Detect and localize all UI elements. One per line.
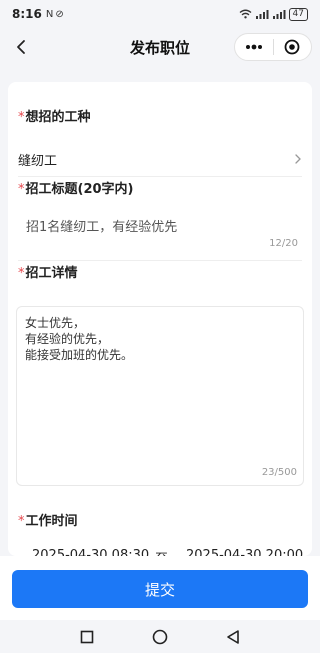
more-button[interactable] xyxy=(235,34,273,60)
recents-button[interactable] xyxy=(75,625,99,649)
job-detail-label: *招工详情 xyxy=(18,262,78,281)
job-title-label-text: 招工标题(20字内) xyxy=(25,182,134,197)
required-mark: * xyxy=(18,182,25,197)
wifi-icon xyxy=(239,9,251,19)
detail-line: 有经验的优先， xyxy=(25,332,110,346)
back-nav-button[interactable] xyxy=(221,625,245,649)
chevron-left-icon xyxy=(17,40,25,54)
detail-line: 女士优先， xyxy=(25,316,86,330)
status-right-icons: 47 xyxy=(239,7,308,21)
required-mark: * xyxy=(18,514,25,529)
work-time-label-text: 工作时间 xyxy=(25,514,78,529)
home-button[interactable] xyxy=(148,625,172,649)
chevron-right-icon xyxy=(294,153,302,165)
status-left-icons: N ⊘ xyxy=(46,9,64,20)
submit-button[interactable]: 提交 xyxy=(12,570,308,608)
job-detail-counter: 23/500 xyxy=(261,467,297,478)
divider xyxy=(18,176,302,177)
nav-bar: 发布职位 xyxy=(0,28,320,66)
job-title-counter: 12/20 xyxy=(269,238,298,249)
job-title-label: *招工标题(20字内) xyxy=(18,178,133,197)
main-content: *想招的工种 缝纫工 *招工标题(20字内) 招1名缝纫工，有经验优先 12/2… xyxy=(0,66,320,567)
miniprogram-capsule xyxy=(234,33,312,61)
system-nav-bar xyxy=(0,620,320,653)
job-title-input[interactable]: 招1名缝纫工，有经验优先 xyxy=(18,206,302,244)
signal-icon xyxy=(272,10,286,19)
status-time: 8:16 xyxy=(12,7,42,21)
required-mark: * xyxy=(18,110,25,125)
job-detail-label-text: 招工详情 xyxy=(25,266,78,281)
job-type-value: 缝纫工 xyxy=(18,153,58,169)
battery-indicator: 47 xyxy=(288,7,308,21)
circle-icon xyxy=(152,629,168,644)
work-time-label: *工作时间 xyxy=(18,510,78,529)
required-mark: * xyxy=(18,266,25,281)
signal-icon xyxy=(255,10,269,19)
target-icon xyxy=(284,39,300,55)
detail-line: 能接受加班的优先。 xyxy=(25,348,134,362)
close-miniprogram-button[interactable] xyxy=(273,34,311,60)
job-detail-textarea[interactable]: 女士优先， 有经验的优先， 能接受加班的优先。 23/500 xyxy=(16,306,304,486)
divider xyxy=(18,260,302,261)
nfc-icon: N xyxy=(45,8,54,20)
job-type-label-text: 想招的工种 xyxy=(25,110,91,125)
triangle-back-icon xyxy=(227,629,240,644)
job-type-select[interactable]: 缝纫工 xyxy=(8,142,312,176)
square-icon xyxy=(80,630,93,643)
status-bar: 8:16 N ⊘ 47 xyxy=(0,0,320,28)
back-button[interactable] xyxy=(10,36,32,58)
form-card: *想招的工种 缝纫工 *招工标题(20字内) 招1名缝纫工，有经验优先 12/2… xyxy=(8,82,312,567)
dnd-icon: ⊘ xyxy=(55,8,64,20)
job-type-label: *想招的工种 xyxy=(18,106,91,125)
more-icon xyxy=(245,44,262,50)
footer: 提交 xyxy=(0,556,320,620)
